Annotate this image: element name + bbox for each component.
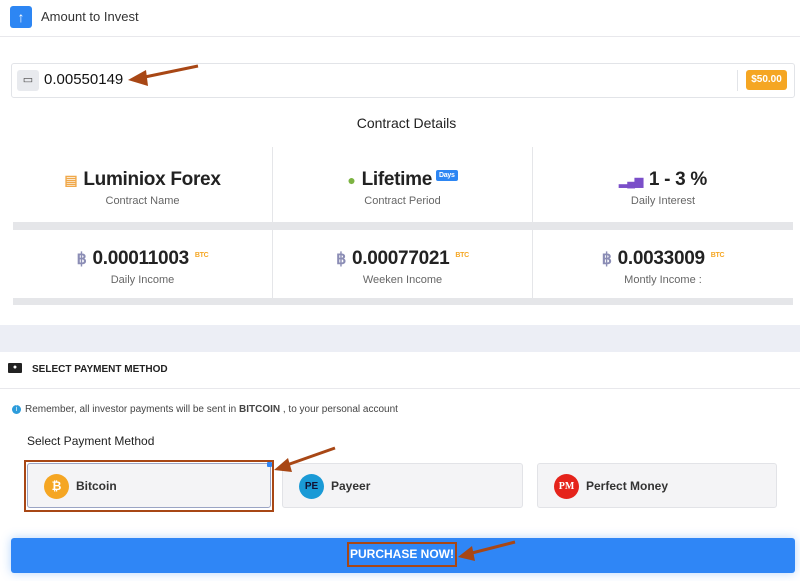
arrow-bitcoin (283, 446, 336, 468)
annotation-arrows (128, 64, 516, 561)
arrow-purchase (467, 540, 516, 556)
arrow-head (128, 70, 148, 86)
arrow-amount (139, 64, 199, 80)
arrow-head (274, 458, 292, 472)
arrow-head (458, 546, 475, 561)
